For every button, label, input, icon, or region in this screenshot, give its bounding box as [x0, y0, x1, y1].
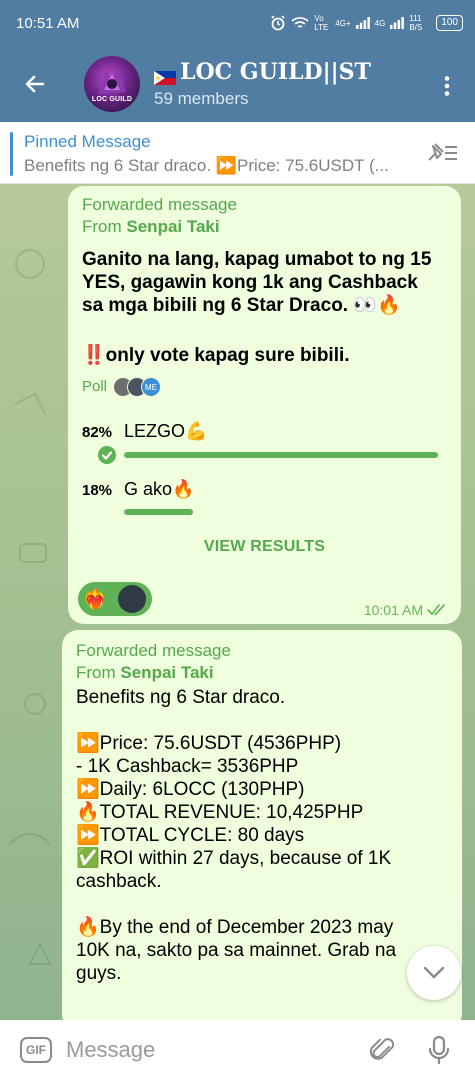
- status-time: 10:51 AM: [16, 14, 80, 32]
- pinned-text: Benefits ng 6 Star draco. ⏩Price: 75.6US…: [24, 156, 389, 175]
- pin-list-icon: [428, 143, 457, 161]
- arrow-left-icon: [25, 75, 45, 93]
- chat-area[interactable]: Forwarded message From Senpai Taki Ganit…: [0, 184, 475, 1020]
- message-line: 🔥TOTAL REVENUE: 10,425PHP: [76, 802, 364, 823]
- double-check-icon: [427, 604, 445, 616]
- message-input-bar: GIF: [0, 1020, 475, 1080]
- more-menu-button[interactable]: [435, 74, 459, 98]
- forwarded-label: Forwarded message: [82, 195, 237, 214]
- network-label-4g: 4G: [374, 18, 386, 28]
- message-body: Benefits ng 6 Star draco. ⏩Price: 75.6US…: [76, 686, 426, 985]
- message-input[interactable]: [66, 1037, 363, 1063]
- member-count: 59 members: [154, 89, 249, 108]
- poll-option-percent: 18%: [82, 482, 113, 499]
- message-line: ⏩Price: 75.6USDT (4536PHP): [76, 733, 342, 754]
- microphone-icon: [428, 1035, 450, 1065]
- message-line: ⏩Daily: 6LOCC (130PHP): [76, 779, 305, 800]
- voter-avatars[interactable]: ME: [113, 377, 162, 397]
- from-prefix: From: [76, 663, 121, 682]
- pinned-list-button[interactable]: [425, 140, 459, 166]
- message-line: [76, 893, 426, 916]
- status-bar: 10:51 AM Vo LTE 4G+ 4G 111 B/S 100: [0, 0, 475, 46]
- paperclip-icon: [369, 1038, 395, 1060]
- attach-button[interactable]: [363, 1030, 403, 1070]
- poll-label: Poll: [82, 378, 108, 395]
- voice-record-button[interactable]: [419, 1030, 459, 1070]
- poll-option-label: LEZGO💪: [124, 421, 208, 441]
- network-label-4g-plus: 4G+: [335, 18, 351, 28]
- message-time: 10:01 AM: [364, 602, 447, 618]
- avatar-text: LOC GUILD: [91, 96, 133, 103]
- chat-header: LOC GUILD LOC GUILD||ST 59 members: [0, 46, 475, 122]
- chevron-down-icon: [423, 966, 445, 979]
- scroll-down-button[interactable]: [407, 946, 461, 1000]
- poll-question: Ganito na lang, kapag umabot to ng 15 YE…: [82, 249, 432, 316]
- message-line: [76, 709, 426, 732]
- philippines-flag-icon: [154, 65, 176, 85]
- sender-name-link[interactable]: Senpai Taki: [126, 217, 219, 236]
- forwarded-from: From Senpai Taki: [82, 216, 220, 238]
- reaction-emoji: ❤️‍🔥: [82, 588, 108, 611]
- poll-option-bar: [124, 452, 438, 458]
- pinned-title: Pinned Message: [24, 132, 151, 151]
- chat-title: LOC GUILD||ST: [154, 59, 371, 85]
- sender-name-link[interactable]: Senpai Taki: [120, 663, 213, 682]
- back-button[interactable]: [0, 46, 70, 122]
- volte-label: Vo LTE: [314, 14, 329, 32]
- poll-note: ‼️only vote kapag sure bibili.: [82, 345, 350, 366]
- network-speed: 111 B/S: [409, 14, 423, 32]
- dragon-emblem-icon: [98, 68, 126, 94]
- more-vertical-icon: [444, 76, 450, 96]
- message-bubble-text[interactable]: Forwarded message From Senpai Taki Benef…: [62, 630, 462, 1020]
- gif-button[interactable]: GIF: [20, 1037, 52, 1063]
- poll-header: Poll ME: [82, 376, 162, 398]
- forwarded-label: Forwarded message: [76, 641, 231, 660]
- reactor-avatar: [118, 585, 146, 613]
- message-line: - 1K Cashback= 3536PHP: [76, 756, 299, 777]
- message-line: Benefits ng 6 Star draco.: [76, 687, 286, 708]
- status-icons: Vo LTE 4G+ 4G 111 B/S 100: [270, 14, 463, 32]
- forwarded-from: From Senpai Taki: [76, 662, 214, 684]
- time-text: 10:01 AM: [363, 602, 423, 618]
- group-avatar[interactable]: LOC GUILD: [84, 56, 140, 112]
- pinned-indicator: [10, 132, 13, 176]
- message-line: ⏩TOTAL CYCLE: 80 days: [76, 825, 305, 846]
- pinned-message-bar[interactable]: Pinned Message Benefits ng 6 Star draco.…: [0, 122, 475, 184]
- from-prefix: From: [82, 217, 127, 236]
- view-results-button[interactable]: VIEW RESULTS: [68, 538, 461, 556]
- message-bubble-poll[interactable]: Forwarded message From Senpai Taki Ganit…: [68, 186, 461, 624]
- poll-option-label: G ako🔥: [124, 479, 195, 499]
- alarm-icon: [271, 15, 285, 31]
- voter-avatar-me: ME: [141, 377, 162, 397]
- message-line: 🔥By the end of December 2023 may 10K na,…: [76, 917, 397, 984]
- poll-chosen-check-icon: [98, 446, 116, 464]
- signal-strength-icon: [390, 17, 405, 29]
- poll-option-percent: 82%: [82, 424, 113, 441]
- message-line: ✅ROI within 27 days, because of 1K cashb…: [76, 848, 392, 892]
- battery-icon: 100: [436, 15, 463, 31]
- reaction-chip[interactable]: ❤️‍🔥: [78, 582, 152, 616]
- poll-option-bar: [124, 509, 193, 515]
- signal-strength-icon: [355, 17, 370, 29]
- chat-title-text: LOC GUILD||ST: [180, 59, 371, 85]
- wifi-icon: [291, 17, 309, 28]
- chat-title-block[interactable]: LOC GUILD||ST 59 members: [154, 59, 371, 109]
